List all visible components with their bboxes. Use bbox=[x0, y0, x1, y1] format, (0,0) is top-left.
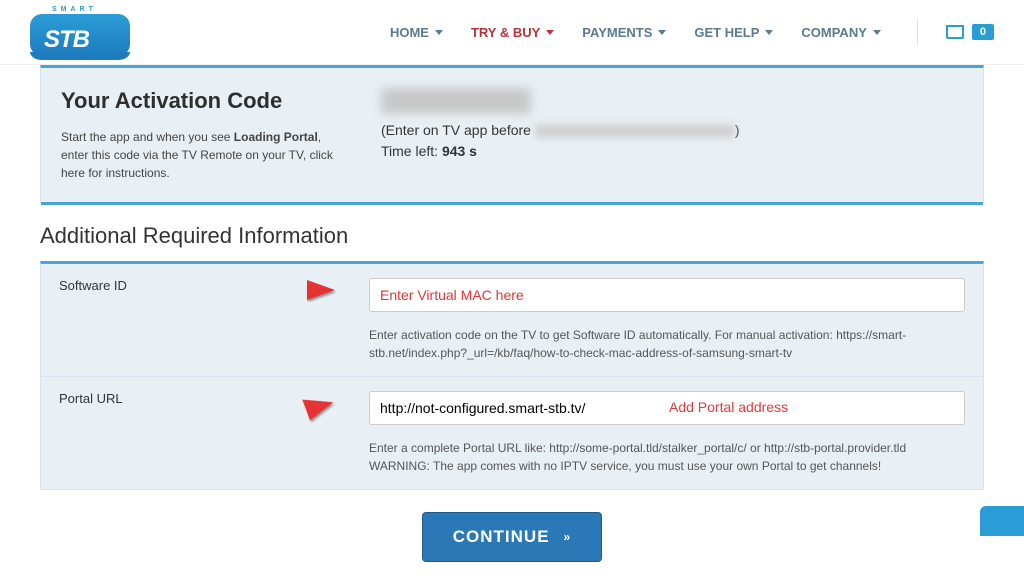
form-panel: Software ID .form-field input::placehold… bbox=[40, 261, 984, 490]
activation-title: Your Activation Code bbox=[61, 88, 341, 114]
logo-small-text: SMART bbox=[52, 6, 97, 13]
portal-url-label: Portal URL bbox=[59, 391, 329, 475]
annotation-arrow-icon bbox=[229, 272, 339, 308]
page-content: Your Activation Code Start the app and w… bbox=[0, 65, 1024, 582]
continue-button[interactable]: CONTINUE» bbox=[422, 512, 602, 562]
chevron-right-icon: » bbox=[564, 530, 572, 544]
software-id-help: Enter activation code on the TV to get S… bbox=[369, 326, 965, 362]
software-id-input[interactable] bbox=[369, 278, 965, 312]
activation-left: Your Activation Code Start the app and w… bbox=[61, 88, 341, 182]
portal-url-row: Portal URL Add Portal address Enter a co… bbox=[41, 376, 983, 489]
activation-right: (Enter on TV app before ) Time left: 943… bbox=[381, 88, 963, 182]
portal-url-help: Enter a complete Portal URL like: http:/… bbox=[369, 439, 965, 475]
time-left-line: Time left: 943 s bbox=[381, 141, 963, 162]
software-id-row: Software ID .form-field input::placehold… bbox=[41, 264, 983, 376]
main-nav: HOME TRY & BUY PAYMENTS GET HELP COMPANY… bbox=[390, 18, 994, 46]
chevron-down-icon bbox=[435, 30, 443, 35]
logo-base bbox=[30, 52, 130, 60]
nav-get-help[interactable]: GET HELP bbox=[694, 25, 773, 40]
chevron-down-icon bbox=[873, 30, 881, 35]
nav-divider bbox=[917, 18, 918, 46]
chevron-down-icon bbox=[765, 30, 773, 35]
deadline-redacted bbox=[535, 124, 735, 138]
nav-try-buy[interactable]: TRY & BUY bbox=[471, 25, 554, 40]
nav-home[interactable]: HOME bbox=[390, 25, 443, 40]
activation-panel: Your Activation Code Start the app and w… bbox=[40, 65, 984, 203]
cart-icon bbox=[946, 25, 964, 39]
logo[interactable]: SMART STB bbox=[30, 8, 130, 56]
chat-tab[interactable] bbox=[980, 506, 1024, 536]
logo-big-text: STB bbox=[44, 26, 89, 54]
nav-company[interactable]: COMPANY bbox=[801, 25, 880, 40]
button-row: CONTINUE» bbox=[40, 512, 984, 562]
portal-url-field: Add Portal address Enter a complete Port… bbox=[369, 391, 965, 475]
section-title: Additional Required Information bbox=[40, 223, 984, 249]
chevron-down-icon bbox=[658, 30, 666, 35]
activation-code-redacted bbox=[381, 88, 531, 114]
cart-button[interactable]: 0 bbox=[946, 24, 994, 40]
enter-before-line: (Enter on TV app before ) bbox=[381, 120, 963, 141]
activation-description: Start the app and when you see Loading P… bbox=[61, 128, 341, 182]
portal-url-input[interactable] bbox=[369, 391, 965, 425]
logo-box: STB bbox=[30, 14, 130, 56]
annotation-arrow-icon bbox=[227, 390, 342, 445]
software-id-field: .form-field input::placeholder{color:#e6… bbox=[369, 278, 965, 362]
chevron-down-icon bbox=[546, 30, 554, 35]
software-id-label: Software ID bbox=[59, 278, 329, 362]
cart-badge: 0 bbox=[972, 24, 994, 40]
nav-payments[interactable]: PAYMENTS bbox=[582, 25, 666, 40]
site-header: SMART STB HOME TRY & BUY PAYMENTS GET HE… bbox=[0, 0, 1024, 65]
